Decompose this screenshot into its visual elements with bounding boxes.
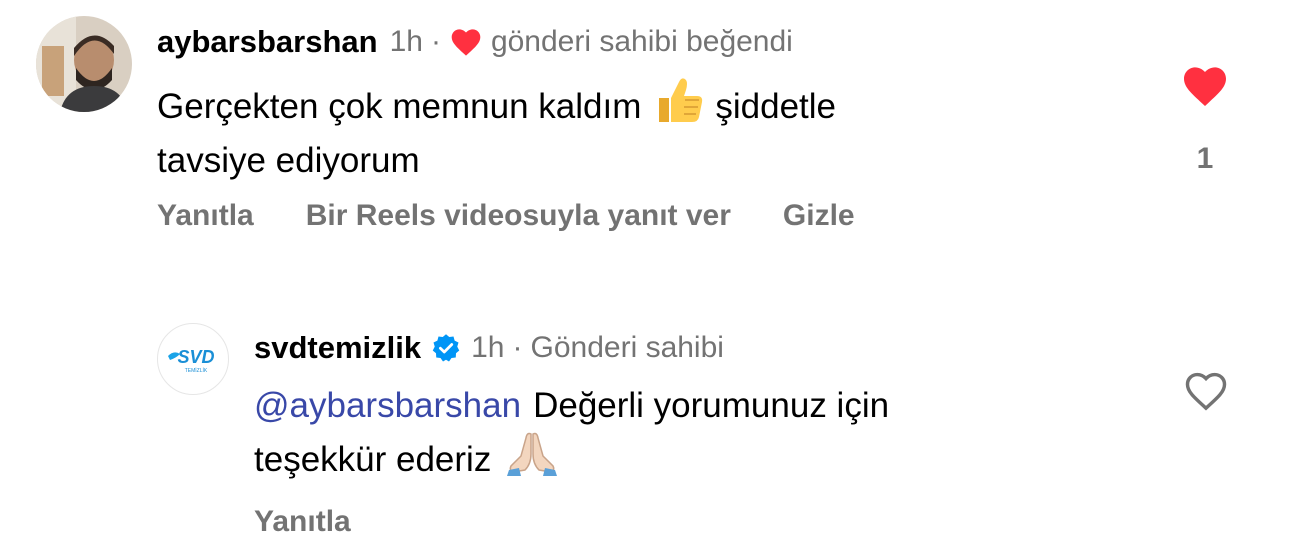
- comment-username[interactable]: aybarsbarshan: [157, 24, 378, 60]
- hide-button[interactable]: Gizle: [783, 199, 855, 233]
- comment-header: aybarsbarshan 1h · gönderi sahibi beğend…: [157, 22, 793, 62]
- comment-text-line1: Gerçekten çok memnun kaldım: [157, 86, 642, 126]
- comment-text-line1-after: şiddetle: [715, 86, 837, 126]
- separator-dot: ·: [512, 331, 523, 364]
- comment-text-line2: tavsiye ediyorum: [157, 141, 420, 180]
- reply-username[interactable]: svdtemizlik: [254, 330, 421, 366]
- thumbs-up-icon: [655, 76, 705, 137]
- reels-reply-button[interactable]: Bir Reels videosuyla yanıt ver: [306, 199, 731, 233]
- reply-text: @aybarsbarshan Değerli yorumunuz için te…: [254, 382, 1134, 489]
- like-count: 1: [1196, 142, 1214, 175]
- avatar-aybarsbarshan[interactable]: [36, 16, 132, 112]
- reply-like-button[interactable]: [1182, 370, 1230, 417]
- heart-outline-icon: [1185, 372, 1227, 411]
- svd-logo-text: SVD: [177, 347, 214, 367]
- comment-actions: Yanıtla Bir Reels videosuyla yanıt ver G…: [157, 196, 855, 236]
- folded-hands-icon: [505, 430, 559, 489]
- mention-link[interactable]: @aybarsbarshan: [254, 382, 521, 430]
- avatar-svdtemizlik[interactable]: SVD TEMİZLİK: [157, 323, 229, 395]
- svd-logo: SVD TEMİZLİK: [168, 347, 215, 374]
- comment-like-button[interactable]: [1180, 64, 1230, 113]
- reply-actions: Yanıtla: [254, 502, 351, 542]
- reply-text-line1: Değerli yorumunuz için: [533, 386, 890, 425]
- reply-button[interactable]: Yanıtla: [157, 199, 254, 233]
- comment-text: Gerçekten çok memnun kaldım şiddetle tav…: [157, 76, 1057, 185]
- comment-time: 1h: [389, 25, 423, 58]
- reply-text-line2: teşekkür ederiz: [254, 439, 492, 479]
- liked-by-author-label: gönderi sahibi beğendi: [490, 25, 793, 58]
- heart-filled-icon: [449, 27, 483, 57]
- profile-photo: [36, 16, 132, 112]
- reply-reply-button[interactable]: Yanıtla: [254, 505, 351, 539]
- reply-time: 1h: [471, 331, 505, 364]
- author-label: Gönderi sahibi: [530, 331, 724, 364]
- verified-badge-icon: [431, 333, 461, 363]
- separator-dot: ·: [430, 25, 441, 58]
- heart-filled-icon: [1184, 67, 1226, 106]
- reply-header: svdtemizlik 1h · Gönderi sahibi: [254, 328, 724, 368]
- svd-logo-subtext: TEMİZLİK: [185, 367, 208, 374]
